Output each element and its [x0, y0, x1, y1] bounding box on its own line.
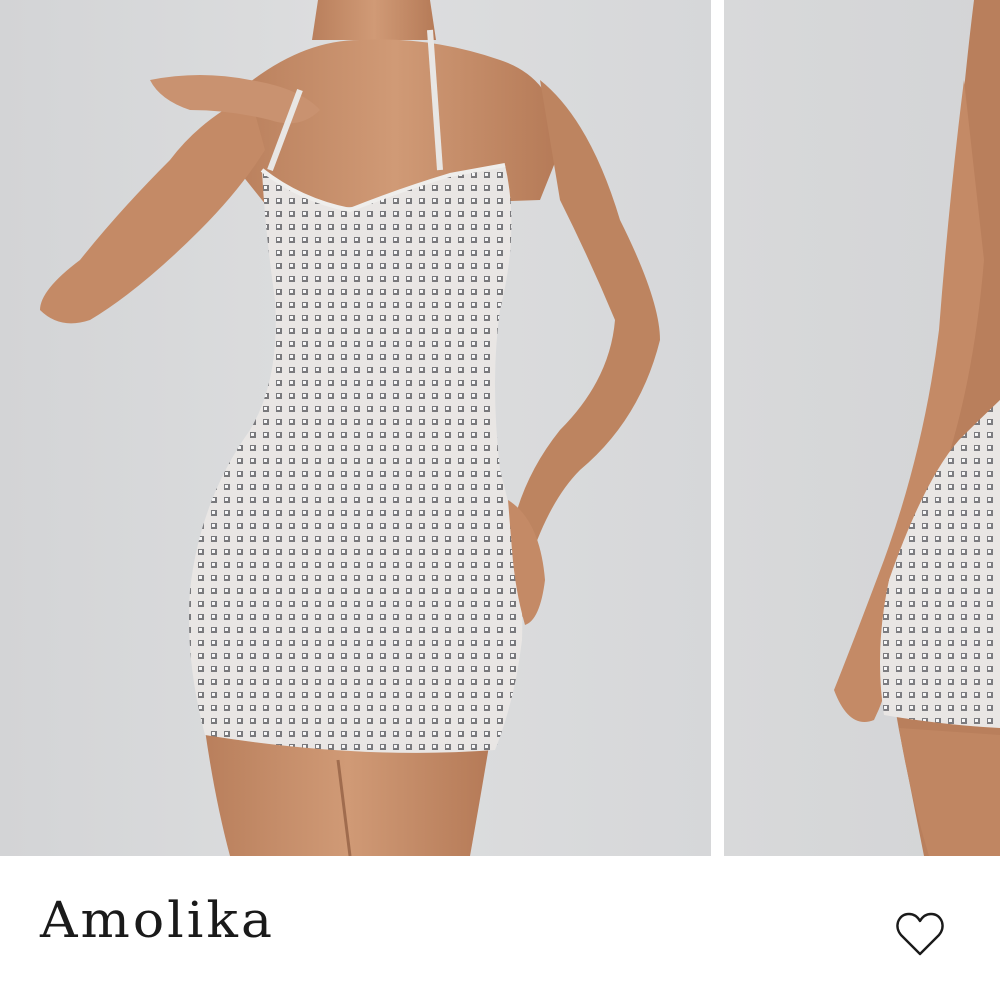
product-image-main[interactable] — [0, 0, 711, 856]
product-photo-side — [724, 0, 1000, 856]
product-photo-front — [0, 0, 711, 856]
wishlist-button[interactable] — [894, 910, 946, 958]
heart-outline-icon — [896, 912, 944, 956]
image-carousel[interactable] — [0, 0, 1000, 856]
product-name: Amolika — [40, 892, 275, 950]
product-image-secondary[interactable] — [724, 0, 1000, 856]
